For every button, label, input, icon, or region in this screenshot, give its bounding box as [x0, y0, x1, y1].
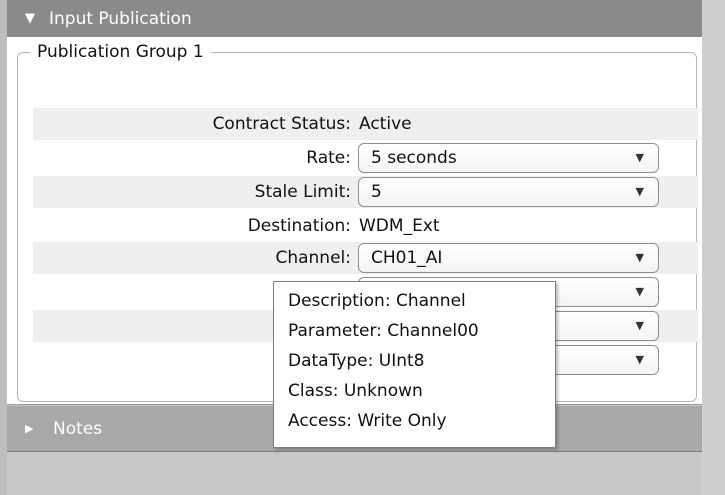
channel-tooltip: Description: Channel Parameter: Channel0…	[273, 281, 556, 448]
right-edge	[702, 0, 725, 495]
stale-limit-label: Stale Limit:	[254, 182, 351, 202]
tooltip-class: Class: Unknown	[288, 381, 423, 401]
chevron-down-icon: ▼	[635, 285, 644, 298]
tooltip-access: Access: Write Only	[288, 411, 447, 431]
chevron-down-icon: ▼	[635, 353, 644, 366]
destination-row: Destination: WDM_Ext	[33, 210, 698, 242]
destination-label: Destination:	[247, 216, 351, 236]
tooltip-description: Description: Channel	[288, 291, 466, 311]
rate-row: Rate: 5 seconds ▼	[33, 142, 698, 174]
contract-status-value: Active	[359, 114, 412, 134]
channel-dropdown[interactable]: CH01_AI ▼	[358, 243, 659, 273]
rate-dropdown-value: 5 seconds	[371, 148, 457, 168]
stale-limit-dropdown-value: 5	[371, 182, 382, 202]
chevron-down-icon: ▼	[635, 319, 644, 332]
chevron-down-icon: ▼	[635, 251, 644, 264]
stale-limit-dropdown[interactable]: 5 ▼	[358, 177, 659, 207]
stale-limit-row: Stale Limit: 5 ▼	[33, 176, 698, 208]
triangle-right-icon: ▶	[25, 422, 34, 435]
destination-value: WDM_Ext	[359, 216, 440, 236]
chevron-down-icon: ▼	[635, 151, 644, 164]
notes-title: Notes	[53, 418, 103, 439]
chevron-down-icon: ▼	[635, 185, 644, 198]
tooltip-datatype: DataType: UInt8	[288, 351, 425, 371]
channel-dropdown-value: CH01_AI	[371, 248, 443, 268]
rate-dropdown[interactable]: 5 seconds ▼	[358, 143, 659, 173]
rate-label: Rate:	[306, 148, 351, 168]
contract-status-label: Contract Status:	[212, 114, 351, 134]
channel-label: Channel:	[275, 248, 351, 268]
tooltip-parameter: Parameter: Channel00	[288, 321, 479, 341]
left-edge	[0, 0, 7, 495]
publication-group-legend: Publication Group 1	[37, 42, 204, 62]
contract-status-row: Contract Status: Active	[33, 108, 698, 140]
input-publication-header[interactable]: ▼ Input Publication	[7, 0, 702, 37]
input-publication-title: Input Publication	[49, 8, 192, 29]
channel-row: Channel: CH01_AI ▼	[33, 242, 698, 274]
triangle-down-icon: ▼	[25, 11, 35, 26]
